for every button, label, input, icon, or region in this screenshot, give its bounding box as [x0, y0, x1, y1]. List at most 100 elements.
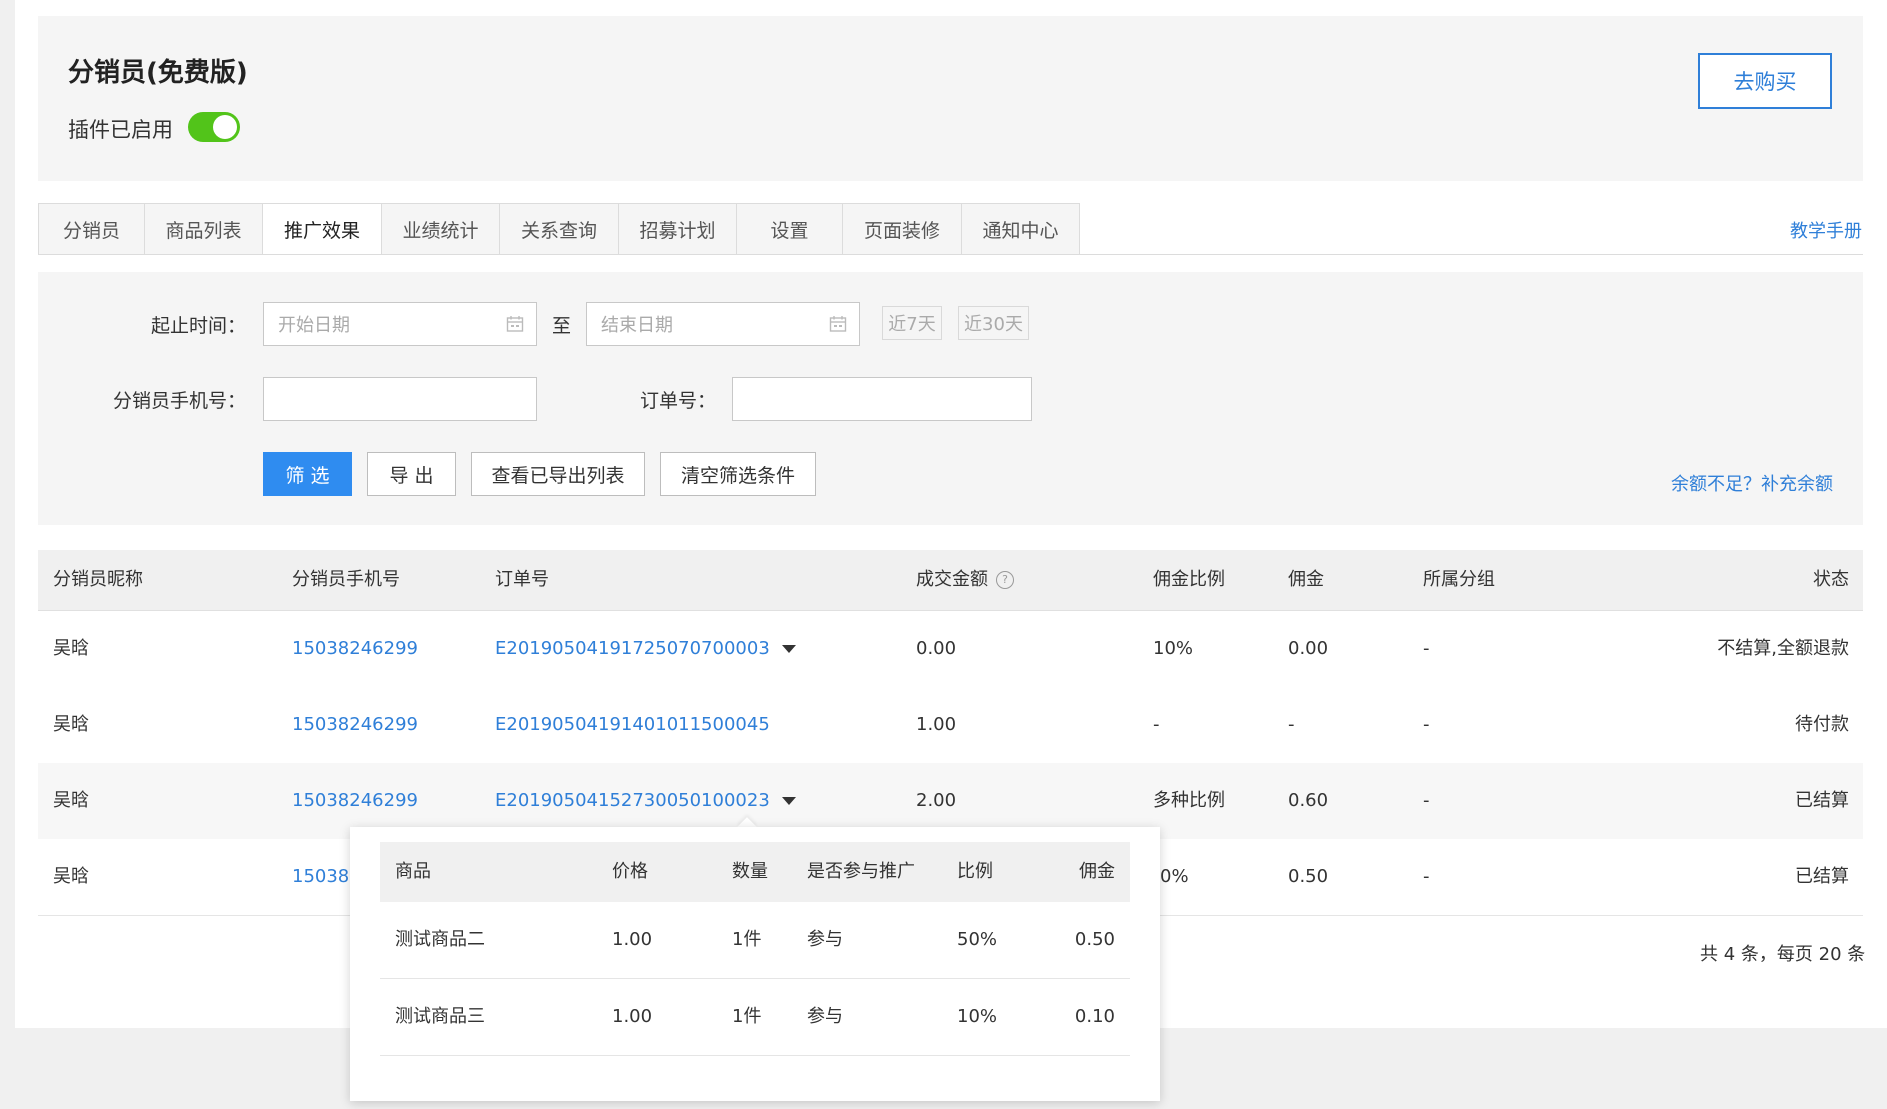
tab-performance-stats[interactable]: 业绩统计 — [381, 203, 499, 255]
row-rate: 0% — [1160, 866, 1189, 887]
plugin-enabled-toggle[interactable] — [188, 112, 240, 142]
row-status: 已结算 — [1795, 866, 1849, 887]
row-order-link[interactable]: E20190504191401011500045 — [495, 687, 770, 763]
help-icon[interactable]: ? — [996, 571, 1014, 589]
col-amount: 成交金额? — [916, 550, 1014, 610]
popover-row: 测试商品二 1.00 1件 参与 50% 0.50 — [380, 902, 1130, 979]
row-nickname: 吴晗 — [53, 866, 89, 887]
caret-down-icon[interactable] — [781, 797, 796, 805]
row-nickname: 吴晗 — [53, 638, 89, 659]
date-range-label: 起止时间： — [150, 315, 246, 337]
top-up-balance-link[interactable]: 余额不足？补充余额 — [1671, 470, 1833, 496]
plugin-title: 分销员(免费版) — [68, 58, 248, 88]
prow-product: 测试商品三 — [395, 1006, 485, 1027]
row-nickname: 吴晗 — [53, 714, 89, 735]
pcol-price: 价格 — [612, 861, 648, 882]
prow-qty: 1件 — [732, 1006, 762, 1027]
last-30-days-button[interactable]: 近30天 — [958, 306, 1029, 340]
row-order: E20190504191725070700003 — [495, 611, 796, 687]
popover-table-header: 商品 价格 数量 是否参与推广 比例 佣金 — [380, 842, 1130, 902]
row-phone-link[interactable]: 15038246299 — [292, 611, 418, 687]
row-amount: 1.00 — [916, 714, 957, 735]
row-rate: 多种比例 — [1153, 790, 1225, 811]
col-commission: 佣金 — [1288, 569, 1324, 590]
end-date-input[interactable]: 结束日期 — [586, 302, 860, 346]
prow-commission: 0.10 — [1074, 1006, 1115, 1027]
col-status: 状态 — [1813, 569, 1849, 590]
col-order: 订单号 — [495, 569, 549, 590]
pcol-qty: 数量 — [732, 861, 768, 882]
table-header: 分销员昵称 分销员手机号 订单号 成交金额? 佣金比例 佣金 所属分组 状态 — [38, 550, 1863, 611]
tab-relationship-query[interactable]: 关系查询 — [499, 203, 618, 255]
end-date-placeholder: 结束日期 — [601, 315, 673, 336]
tab-promotion-effect[interactable]: 推广效果 — [262, 203, 381, 255]
pcol-commission: 佣金 — [1079, 861, 1115, 882]
order-number-label: 订单号： — [639, 390, 716, 412]
row-group: - — [1423, 638, 1430, 659]
row-group: - — [1423, 714, 1430, 735]
row-rate: 10% — [1153, 638, 1194, 659]
col-amount-label: 成交金额 — [916, 569, 988, 590]
calendar-icon — [829, 316, 847, 332]
row-order-link[interactable]: E20190504152730050100023 — [495, 790, 770, 811]
pcol-ratio: 比例 — [957, 861, 993, 882]
filter-button[interactable]: 筛 选 — [263, 452, 352, 496]
row-status: 不结算,全额退款 — [1717, 638, 1849, 659]
last-7-days-button[interactable]: 近7天 — [882, 306, 942, 340]
tab-bar: 分销员 商品列表 推广效果 业绩统计 关系查询 招募计划 设置 页面装修 通知中… — [38, 203, 1080, 255]
prow-promo: 参与 — [807, 1006, 843, 1027]
prow-commission: 0.50 — [1074, 929, 1115, 950]
view-exported-list-button[interactable]: 查看已导出列表 — [471, 452, 645, 496]
col-nickname: 分销员昵称 — [53, 569, 143, 590]
prow-ratio: 10% — [957, 1006, 998, 1027]
table-row: 吴晗 15038246299 E20190504191401011500045 … — [38, 687, 1863, 764]
table-row: 吴晗 15038246299 E20190504191725070700003 … — [38, 611, 1863, 688]
order-number-input[interactable] — [732, 377, 1032, 421]
prow-price: 1.00 — [612, 1006, 653, 1027]
pcol-product: 商品 — [395, 861, 431, 882]
tabs-divider — [38, 254, 1863, 255]
prow-price: 1.00 — [612, 929, 653, 950]
pcol-promo: 是否参与推广 — [807, 861, 915, 882]
order-items-popover: 商品 价格 数量 是否参与推广 比例 佣金 测试商品二 1.00 1件 参与 5… — [350, 827, 1160, 1101]
distributor-phone-label: 分销员手机号： — [112, 390, 246, 412]
row-rate: - — [1153, 714, 1160, 735]
tab-recruit-plan[interactable]: 招募计划 — [618, 203, 736, 255]
col-group: 所属分组 — [1423, 569, 1495, 590]
col-rate: 佣金比例 — [1153, 569, 1225, 590]
calendar-icon — [506, 316, 524, 332]
row-status: 已结算 — [1795, 790, 1849, 811]
clear-filters-button[interactable]: 清空筛选条件 — [660, 452, 816, 496]
popover-row: 测试商品三 1.00 1件 参与 10% 0.10 — [380, 979, 1130, 1056]
row-nickname: 吴晗 — [53, 790, 89, 811]
row-phone-link[interactable]: 15038246299 — [292, 687, 418, 763]
buy-button[interactable]: 去购买 — [1698, 53, 1832, 109]
tab-product-list[interactable]: 商品列表 — [144, 203, 262, 255]
start-date-input[interactable]: 开始日期 — [263, 302, 537, 346]
export-button[interactable]: 导 出 — [367, 452, 456, 496]
row-commission: - — [1288, 714, 1295, 735]
row-commission: 0.60 — [1288, 790, 1329, 811]
row-commission: 0.00 — [1288, 638, 1329, 659]
tab-notification-center[interactable]: 通知中心 — [961, 203, 1080, 255]
row-commission: 0.50 — [1288, 866, 1329, 887]
col-phone: 分销员手机号 — [292, 569, 400, 590]
tab-page-decoration[interactable]: 页面装修 — [842, 203, 961, 255]
tutorial-manual-link[interactable]: 教学手册 — [1790, 217, 1862, 243]
toggle-knob — [213, 115, 237, 139]
pagination-summary: 共 4 条，每页 20 条 — [1700, 944, 1866, 965]
prow-qty: 1件 — [732, 929, 762, 950]
plugin-header: 分销员(免费版) 插件已启用 去购买 — [38, 16, 1863, 181]
plugin-status-label: 插件已启用 — [68, 118, 173, 142]
tab-distributors[interactable]: 分销员 — [38, 203, 144, 255]
start-date-placeholder: 开始日期 — [278, 315, 350, 336]
date-range-to-label: 至 — [552, 315, 572, 337]
distributor-phone-input[interactable] — [263, 377, 537, 421]
caret-down-icon[interactable] — [781, 645, 796, 653]
prow-product: 测试商品二 — [395, 929, 485, 950]
prow-promo: 参与 — [807, 929, 843, 950]
tab-settings[interactable]: 设置 — [736, 203, 842, 255]
row-group: - — [1423, 790, 1430, 811]
row-order-link[interactable]: E20190504191725070700003 — [495, 638, 770, 659]
row-amount: 0.00 — [916, 638, 957, 659]
